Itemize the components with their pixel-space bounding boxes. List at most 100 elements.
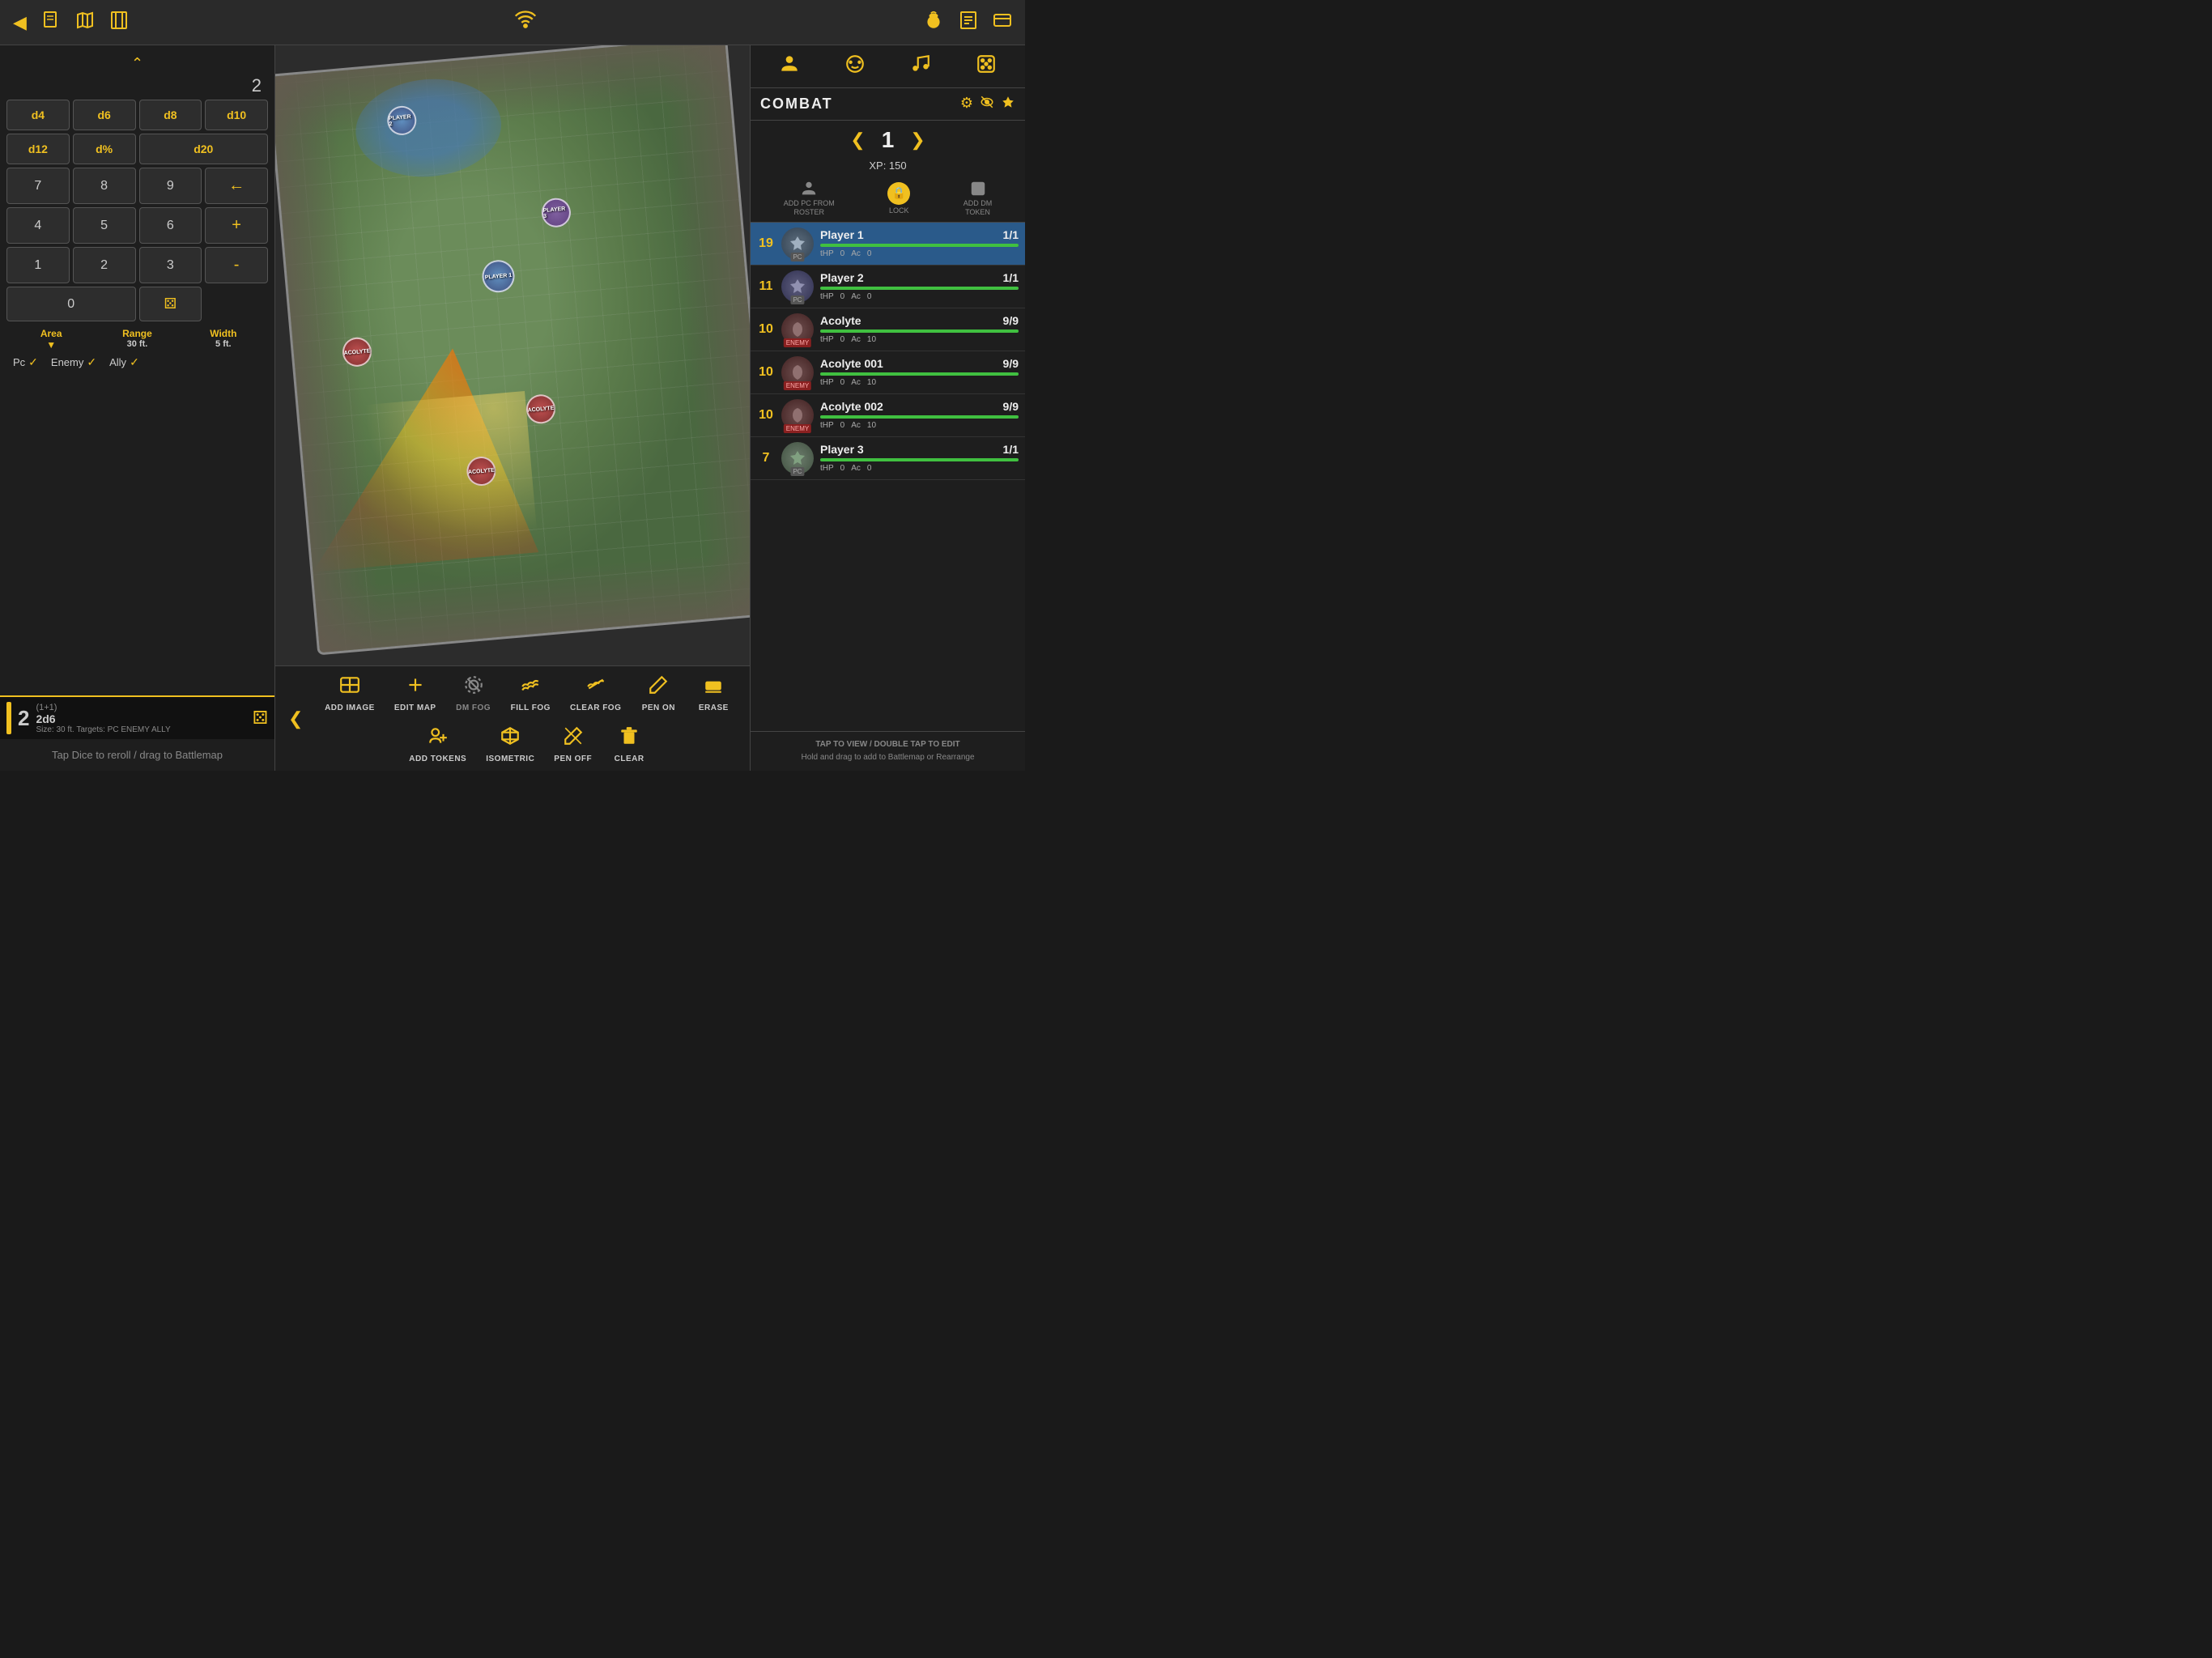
dice-section: ⌃ 2 d4 d6 d8 d10 d12 d% d20 7 8 9 ← 4 5 … xyxy=(0,45,274,380)
ac-val-1: 0 xyxy=(867,249,872,258)
tab-music-icon[interactable] xyxy=(910,53,931,79)
ac-val-5: 10 xyxy=(867,421,876,430)
dpercent-button[interactable]: d% xyxy=(73,134,136,164)
combatant-row[interactable]: 10 ENEMY Acolyte 002 9/9 tHP 0 Ac 10 xyxy=(751,394,1025,437)
area-box[interactable]: Area ▼ xyxy=(10,328,92,351)
num-1[interactable]: 1 xyxy=(6,247,70,283)
plus-button[interactable]: + xyxy=(205,207,268,244)
combat-extra-icon[interactable] xyxy=(1001,95,1015,113)
d4-button[interactable]: d4 xyxy=(6,100,70,130)
add-image-button[interactable]: Add Image xyxy=(317,670,383,717)
clear-fog-label: Clear Fog xyxy=(570,704,621,712)
combatant-row[interactable]: 19 PC Player 1 1/1 tHP 0 Ac 0 xyxy=(751,223,1025,266)
combatant-row[interactable]: 11 PC Player 2 1/1 tHP 0 Ac 0 xyxy=(751,266,1025,308)
d8-button[interactable]: d8 xyxy=(139,100,202,130)
map-icon[interactable] xyxy=(75,11,95,35)
pen-on-button[interactable]: Pen On xyxy=(632,670,684,717)
num-4[interactable]: 4 xyxy=(6,207,70,244)
add-dm-token-button[interactable]: ADD DMTOKEN xyxy=(963,180,993,217)
tab-combat-icon[interactable] xyxy=(844,53,866,79)
combatant-info-3: Acolyte 9/9 tHP 0 Ac 10 xyxy=(820,314,1019,344)
combat-title: COMBAT xyxy=(760,96,833,113)
target-enemy[interactable]: Enemy ✓ xyxy=(51,355,96,369)
stats-2: tHP 0 Ac 0 xyxy=(820,292,1019,301)
new-doc-icon[interactable] xyxy=(41,11,61,35)
bookmark-icon[interactable] xyxy=(109,11,129,35)
map-area[interactable]: PLAYER 2 PLAYER 3 PLAYER 1 ACOLYTE ACOLY… xyxy=(275,45,750,771)
lock-circle-button[interactable]: 🔒 xyxy=(887,182,910,205)
area-label: Area xyxy=(10,328,92,339)
dm-fog-button[interactable]: DM FOG xyxy=(448,670,500,717)
edit-map-button[interactable]: Edit Map xyxy=(386,670,445,717)
stats-6: tHP 0 Ac 0 xyxy=(820,464,1019,473)
d10-button[interactable]: d10 xyxy=(205,100,268,130)
tab-character-icon[interactable] xyxy=(779,53,800,79)
pen-off-button[interactable]: Pen Off xyxy=(546,721,600,768)
hint-text: Tap Dice to reroll / drag to Battlemap xyxy=(0,739,274,771)
combatant-info-6: Player 3 1/1 tHP 0 Ac 0 xyxy=(820,443,1019,473)
turn-number: 1 xyxy=(882,127,895,153)
card-icon[interactable] xyxy=(993,11,1012,35)
roll-button[interactable]: ⚄ xyxy=(139,287,202,321)
num-9[interactable]: 9 xyxy=(139,168,202,204)
clear-fog-button[interactable]: Clear Fog xyxy=(562,670,629,717)
combatant-name-4: Acolyte 001 9/9 xyxy=(820,357,1019,370)
add-tokens-button[interactable]: Add Tokens xyxy=(401,721,474,768)
d20-button[interactable]: d20 xyxy=(139,134,269,164)
notes-icon[interactable] xyxy=(959,11,978,35)
type-badge-6: PC xyxy=(790,467,804,476)
token-bag-icon[interactable] xyxy=(923,10,944,36)
target-pc[interactable]: Pc ✓ xyxy=(13,355,38,369)
num-6[interactable]: 6 xyxy=(139,207,202,244)
back-button[interactable]: ◀ xyxy=(13,12,27,33)
clear-button[interactable]: Clear xyxy=(603,721,655,768)
target-pc-check: ✓ xyxy=(28,355,38,369)
num-2[interactable]: 2 xyxy=(73,247,136,283)
minus-button[interactable]: - xyxy=(205,247,268,283)
combatant-name-1: Player 1 1/1 xyxy=(820,228,1019,241)
hp-fill-5 xyxy=(820,415,1019,419)
hp-fill-3 xyxy=(820,329,1019,333)
combatant-row[interactable]: 10 ENEMY Acolyte 001 9/9 tHP 0 Ac 10 xyxy=(751,351,1025,394)
backspace-button[interactable]: ← xyxy=(205,168,268,204)
combatant-row[interactable]: 10 ENEMY Acolyte 9/9 tHP 0 Ac 10 xyxy=(751,308,1025,351)
num-8[interactable]: 8 xyxy=(73,168,136,204)
init-11: 11 xyxy=(757,279,775,294)
erase-button[interactable]: Erase xyxy=(687,670,739,717)
num-5[interactable]: 5 xyxy=(73,207,136,244)
toolbar-collapse-button[interactable]: ❮ xyxy=(282,708,309,729)
clear-fog-icon xyxy=(585,674,606,700)
thp-label-3: tHP xyxy=(820,335,834,344)
stats-4: tHP 0 Ac 10 xyxy=(820,378,1019,387)
prev-turn-button[interactable]: ❮ xyxy=(850,130,865,151)
combat-settings-icon[interactable]: ⚙ xyxy=(960,95,973,113)
isometric-button[interactable]: Isometric xyxy=(478,721,542,768)
target-ally[interactable]: Ally ✓ xyxy=(109,355,139,369)
thp-val-4: 0 xyxy=(840,378,845,387)
map-token-player3[interactable]: PLAYER 3 xyxy=(540,197,572,228)
avatar-player3: PC xyxy=(781,442,814,474)
d6-button[interactable]: d6 xyxy=(73,100,136,130)
tab-dice-icon[interactable] xyxy=(976,53,997,79)
fraction-3: 9/9 xyxy=(1003,314,1019,327)
isometric-label: Isometric xyxy=(486,755,534,763)
fraction-6: 1/1 xyxy=(1003,443,1019,456)
chevron-up-button[interactable]: ⌃ xyxy=(6,52,268,75)
fraction-4: 9/9 xyxy=(1003,357,1019,370)
map-token-acolyte2[interactable]: ACOLYTE xyxy=(525,393,556,425)
wifi-icon[interactable] xyxy=(514,9,537,36)
num-0[interactable]: 0 xyxy=(6,287,136,321)
fill-fog-button[interactable]: Fill Fog xyxy=(503,670,559,717)
num-3[interactable]: 3 xyxy=(139,247,202,283)
map-canvas: PLAYER 2 PLAYER 3 PLAYER 1 ACOLYTE ACOLY… xyxy=(275,45,750,771)
d12-button[interactable]: d12 xyxy=(6,134,70,164)
hp-fill-1 xyxy=(820,244,1019,247)
add-pc-button[interactable]: ADD PC FROMROSTER xyxy=(784,180,835,217)
combat-eye-icon[interactable] xyxy=(980,95,994,113)
top-bar-center xyxy=(129,9,923,36)
map-token-player1[interactable]: PLAYER 1 xyxy=(481,259,516,294)
combatant-row[interactable]: 7 PC Player 3 1/1 tHP 0 Ac 0 xyxy=(751,437,1025,480)
type-badge-1: PC xyxy=(790,253,804,261)
num-7[interactable]: 7 xyxy=(6,168,70,204)
next-turn-button[interactable]: ❯ xyxy=(910,130,925,151)
